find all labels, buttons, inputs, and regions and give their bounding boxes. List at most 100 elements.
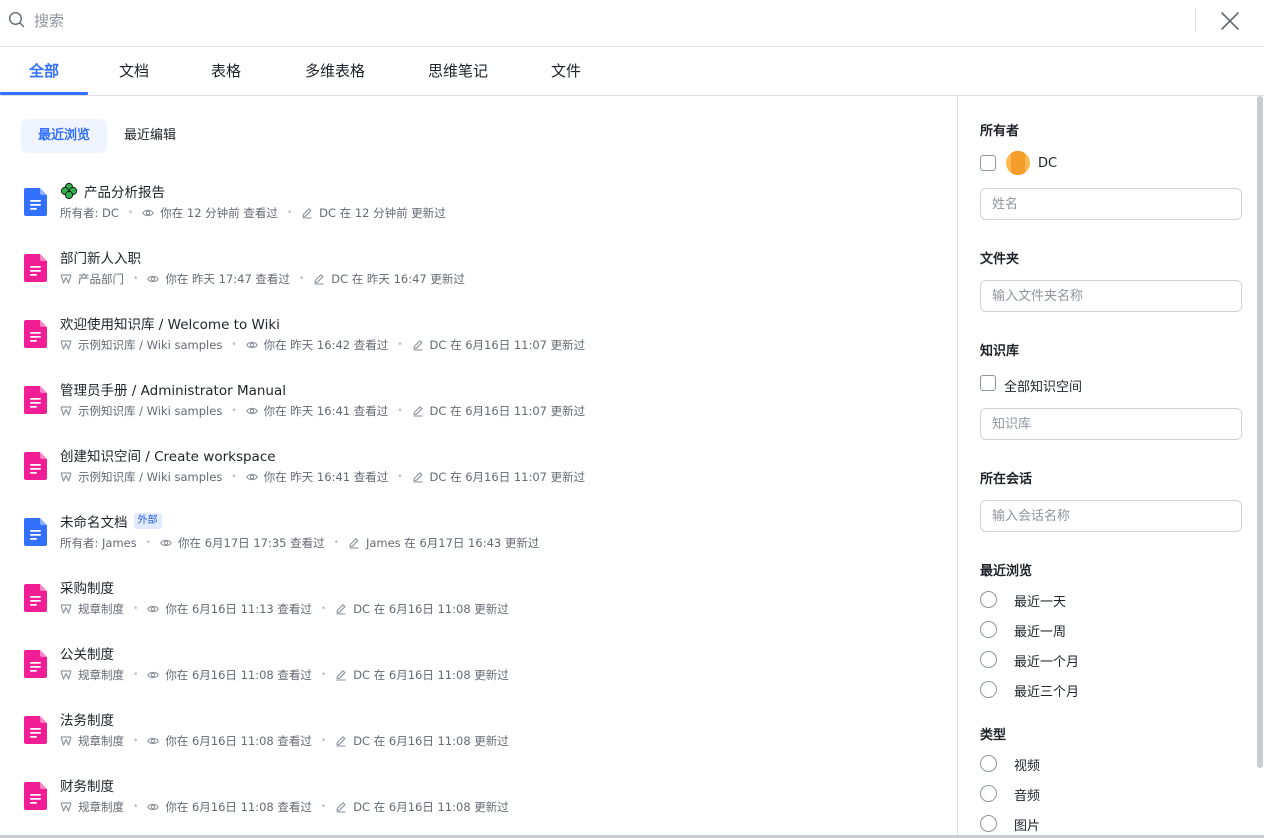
wiki-icon [60,736,72,746]
separator-dot: • [145,538,152,548]
edit-icon [336,670,346,681]
doc-pink-icon [24,386,47,414]
list-item[interactable]: 创建知识空间 / Create workspace 示例知识库 / Wiki sa… [0,442,957,508]
separator-dot: • [231,406,237,416]
filter-panel: 所有者 DC 文件夹 知识库 全部知识空间 所在会话 最近浏览 最近一天 最近一… [957,96,1264,838]
divider [1195,8,1196,32]
document-title-text: 欢迎使用知识库 / Welcome to Wiki [60,317,280,333]
list-item[interactable]: 公关制度 规章制度 • 你在 6月16日 11:08 查看过 • DC 在 6月16日 1… [0,640,957,706]
radio-type-video[interactable] [980,755,997,772]
filter-type-title: 类型 [980,728,1007,743]
document-title: 部门新人入职 [60,247,141,267]
type-video-label: 视频 [1014,759,1041,774]
document-meta: 规章制度 • 你在 6月16日 11:13 查看过 • DC 在 6月16日 11:08… [60,601,509,617]
eye-icon [245,473,258,481]
radio-recent-3months[interactable] [980,681,997,698]
separator-dot: • [320,670,327,680]
radio-recent-week[interactable] [980,621,997,638]
owner-name-input[interactable] [980,188,1242,220]
document-updated: DC 在 6月16日 11:07 更新过 [429,338,586,352]
document-location: 规章制度 [78,668,124,682]
edit-icon [349,538,359,549]
list-item[interactable]: 管理员手册 / Administrator Manual 示例知识库 / Wiki… [0,376,957,442]
separator-dot: • [127,208,134,218]
document-title: 公关制度 [60,643,114,663]
separator-dot: • [231,340,237,350]
subtab-recent-edited[interactable]: 最近编辑 [124,119,176,153]
list-item[interactable]: 产品分析报告 所有者: DC • 你在 12 分钟前 查看过 • DC 在 12 分钟前 … [0,178,957,244]
type-image-label: 图片 [1014,819,1041,834]
document-updated: DC 在 6月16日 11:08 更新过 [353,602,509,616]
radio-recent-day[interactable] [980,591,997,608]
all-wiki-checkbox[interactable] [980,375,996,391]
separator-dot: • [133,670,139,680]
document-meta: 规章制度 • 你在 6月16日 11:08 查看过 • DC 在 6月16日 11:08… [60,799,509,815]
document-location: 所有者: James [60,536,137,550]
document-updated: DC 在 6月16日 11:08 更新过 [353,734,509,748]
doc-pink-icon [24,716,47,744]
recent-3months-label: 最近三个月 [1014,685,1080,700]
radio-type-image[interactable] [980,815,997,832]
tab-sheets[interactable]: 表格 [196,47,256,95]
wiki-icon [60,274,72,284]
separator-dot: • [231,472,237,482]
document-meta: 示例知识库 / Wiki samples • 你在 昨天 16:41 查看过 • DC … [60,403,585,419]
tab-bitable[interactable]: 多维表格 [294,47,376,95]
document-viewed: 你在 昨天 16:41 查看过 [263,470,389,484]
document-title-text: 采购制度 [60,581,114,597]
wiki-input[interactable] [980,408,1242,440]
separator-dot: • [133,802,139,812]
eye-icon [142,209,155,217]
wiki-icon [60,802,72,812]
radio-type-audio[interactable] [980,785,997,802]
document-updated: James 在 6月17日 16:43 更新过 [365,536,540,550]
filter-scrollbar[interactable] [1257,96,1263,768]
separator-dot: • [133,604,139,614]
tab-mindnotes[interactable]: 思维笔记 [417,47,499,95]
wiki-icon [60,340,72,350]
doc-pink-icon [24,650,47,678]
list-item[interactable]: 部门新人入职 产品部门 • 你在 昨天 17:47 查看过 • DC 在 昨天 16:47… [0,244,957,310]
list-item[interactable]: 欢迎使用知识库 / Welcome to Wiki 示例知识库 / Wiki sa… [0,310,957,376]
owner-dc-label: DC [1038,156,1058,171]
folder-input[interactable] [980,280,1242,312]
list-item[interactable]: 法务制度 规章制度 • 你在 6月16日 11:08 查看过 • DC 在 6月16日 1… [0,706,957,772]
separator-dot: • [298,274,305,284]
category-tabs: 全部 文档 表格 多维表格 思维笔记 文件 [0,47,1264,96]
document-viewed: 你在 6月17日 17:35 查看过 [178,536,325,550]
document-meta: 规章制度 • 你在 6月16日 11:08 查看过 • DC 在 6月16日 11:08… [60,733,509,749]
document-location: 示例知识库 / Wiki samples [78,470,223,484]
doc-blue-icon [24,518,47,546]
recent-month-label: 最近一个月 [1014,655,1080,670]
document-title-text: 管理员手册 / Administrator Manual [60,383,287,399]
list-item[interactable]: 未命名文档 外部 所有者: James • 你在 6月17日 17:35 查看过 • Jam… [0,508,957,574]
filter-recent-title: 最近浏览 [980,564,1033,579]
list-item[interactable]: 财务制度规章制度 • 你在 6月16日 11:08 查看过 • DC 在 6月16日 1… [0,772,957,838]
close-icon[interactable] [1218,9,1242,33]
edit-icon [412,472,423,483]
document-title: 采购制度 [60,577,114,597]
tab-files[interactable]: 文件 [536,47,596,95]
list-item[interactable]: 采购制度规章制度 • 你在 6月16日 11:13 查看过 • DC 在 6月16日 1… [0,574,957,640]
eye-icon [147,671,160,679]
filter-chat-title: 所在会话 [980,472,1033,487]
search-input[interactable] [34,8,1134,34]
type-audio-label: 音频 [1014,789,1041,804]
wiki-icon [60,670,72,680]
doc-pink-icon [24,254,47,282]
edit-icon [302,208,312,219]
tab-all[interactable]: 全部 [0,47,88,95]
document-viewed: 你在 昨天 16:41 查看过 [263,404,389,418]
eye-icon [160,539,172,547]
document-viewed: 你在 昨天 16:42 查看过 [263,338,389,352]
separator-dot: • [397,340,403,350]
tab-docs[interactable]: 文档 [104,47,164,95]
subtab-recent-viewed[interactable]: 最近浏览 [21,119,107,153]
document-title: 财务制度 [60,775,114,795]
owner-dc-checkbox[interactable] [980,155,996,171]
recent-week-label: 最近一周 [1014,625,1067,640]
radio-recent-month[interactable] [980,651,997,668]
chat-input[interactable] [980,500,1242,532]
edit-icon [336,604,346,615]
document-updated: DC 在 昨天 16:47 更新过 [331,272,465,286]
